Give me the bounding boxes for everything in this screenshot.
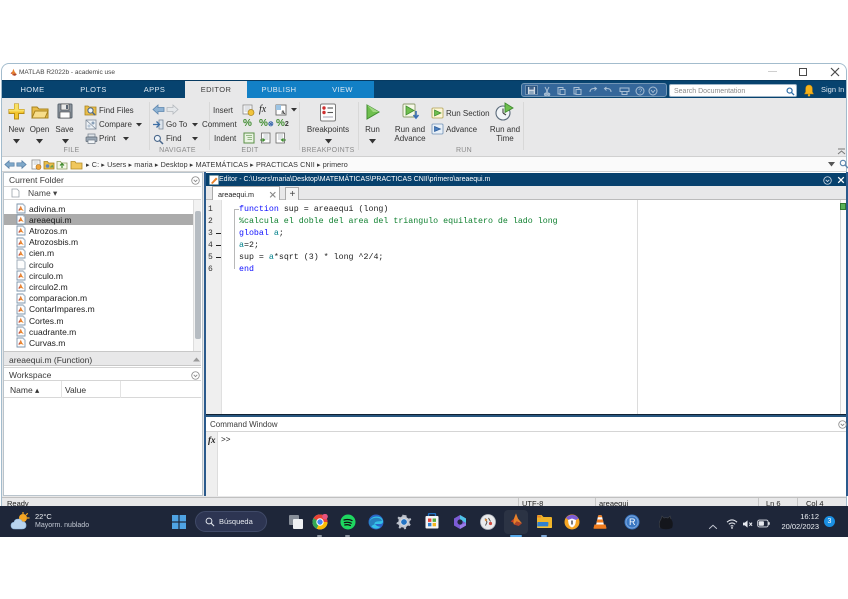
- svg-text:R: R: [629, 517, 636, 527]
- svg-text:?: ?: [638, 89, 642, 96]
